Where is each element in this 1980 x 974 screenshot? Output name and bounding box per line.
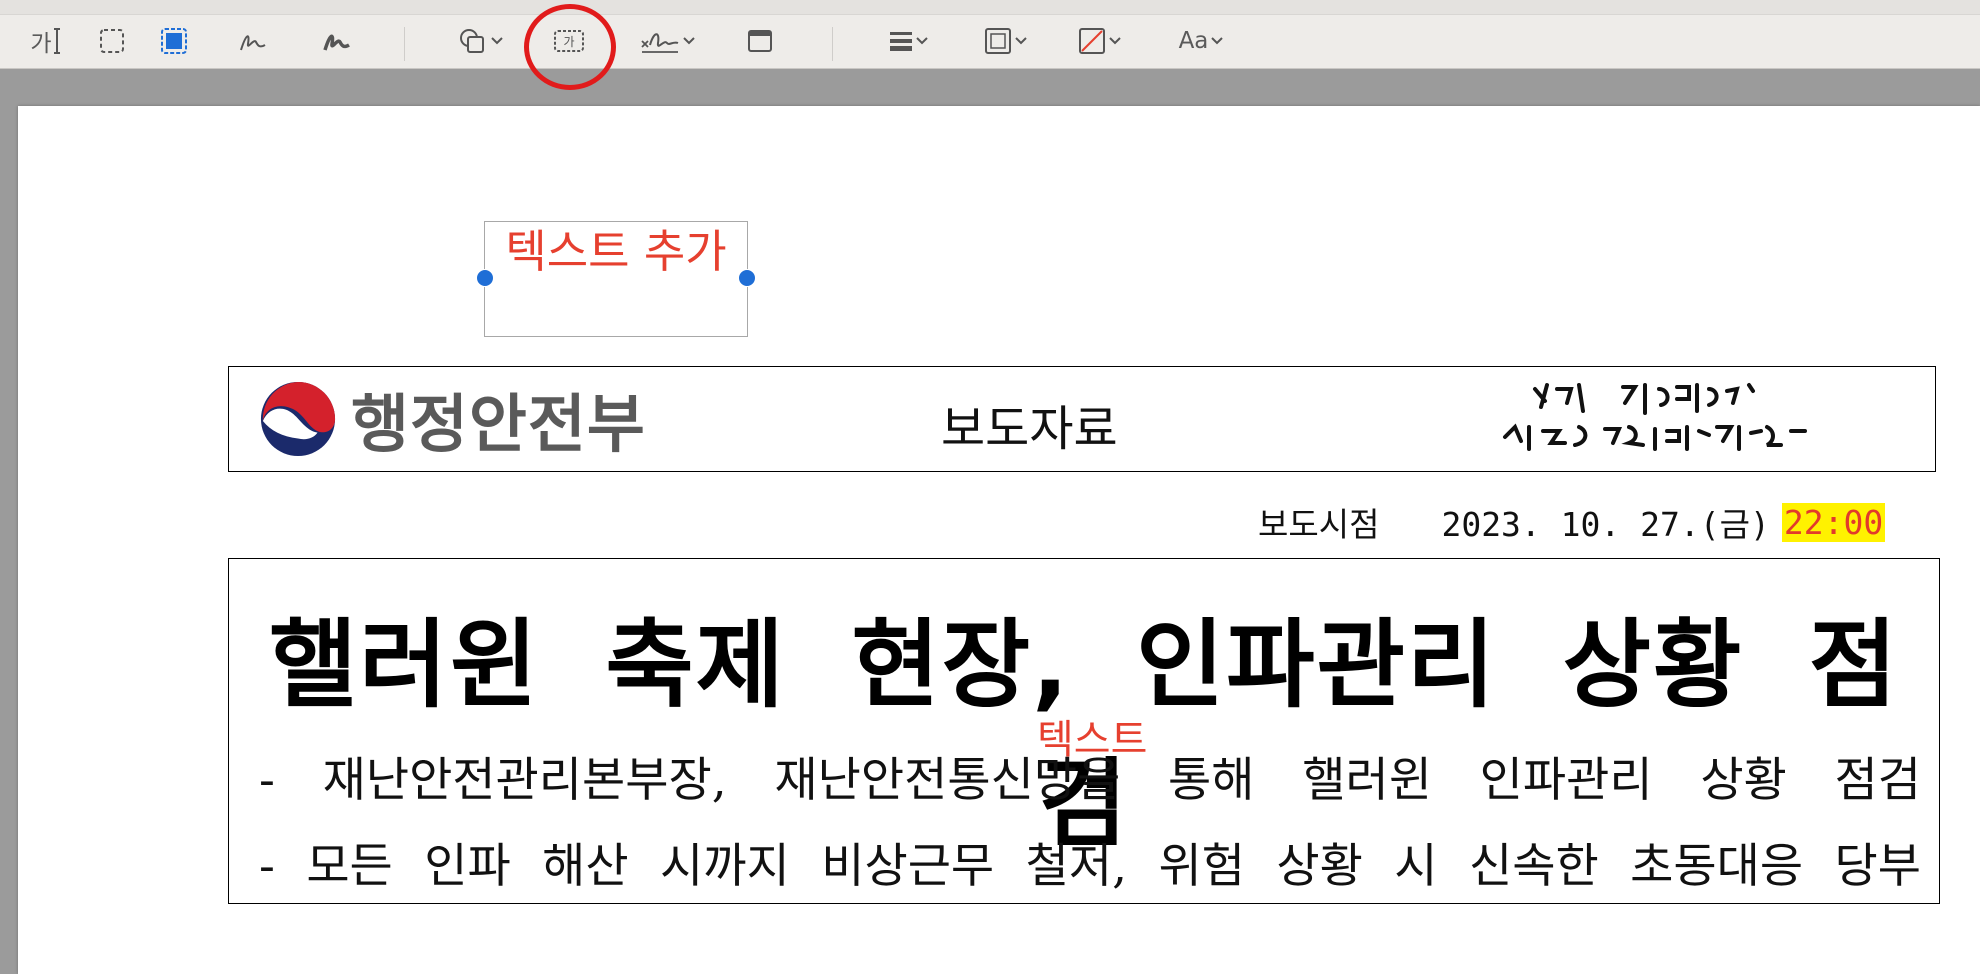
ministry-branding: 행정안전부 [259, 369, 646, 469]
title-box: 핼러윈 축제 현장, 인파관리 상황 점검 - 재난안전관리본부장, 재난안전통… [228, 558, 1940, 904]
rect-select-tool[interactable] [96, 24, 128, 58]
note-tool[interactable] [744, 24, 776, 58]
inline-text-annotation[interactable]: 텍스트 [1037, 707, 1147, 765]
text-style-tool[interactable]: Aa [1172, 24, 1230, 58]
taegeuk-logo-icon [260, 381, 336, 457]
draw-icon [323, 34, 350, 51]
border-color-tool[interactable] [976, 24, 1034, 58]
text-annotation-box[interactable]: 텍스트 추가 [476, 221, 756, 337]
border-color-icon [984, 28, 1011, 54]
line-style-icon [889, 32, 912, 51]
ministry-name: 행정안전부 [351, 387, 646, 461]
handwritten-slogan [1503, 383, 1807, 451]
rect-select-icon [100, 29, 124, 53]
text-select-tool[interactable]: 가 [26, 24, 66, 58]
shapes-icon [459, 29, 484, 53]
text-cursor-icon [53, 28, 60, 54]
sketch-tool[interactable] [236, 24, 270, 58]
markup-toolbar: 가 가 Aa [0, 0, 1980, 90]
line-style-tool[interactable] [880, 24, 936, 58]
release-time-row: 보도시점 2023. 10. 27.(금) 22:00 [1258, 498, 1886, 546]
chevron-down-icon [490, 37, 503, 45]
signature-icon [640, 33, 678, 53]
release-date: 2023. 10. 27.(금) [1441, 505, 1770, 544]
toolbar-separator [404, 27, 405, 61]
press-release-label: 보도자료 [941, 401, 1118, 457]
textbox-icon: 가 [554, 30, 584, 52]
fill-color-icon [1078, 28, 1105, 54]
resize-handle-right[interactable] [738, 269, 756, 287]
text-annotation-content[interactable]: 텍스트 추가 [485, 226, 747, 278]
press-release-header: 행정안전부 보도자료 [228, 366, 1936, 472]
sketch-icon [240, 35, 266, 51]
draw-tool[interactable] [320, 24, 354, 58]
release-time-label: 보도시점 [1258, 505, 1380, 544]
textbox-tool[interactable]: 가 [552, 24, 586, 58]
chevron-down-icon [682, 37, 695, 45]
smart-lasso-tool[interactable] [158, 24, 190, 58]
summary-bullet: - 모든 인파 해산 시까지 비상근무 철저, 위험 상황 시 신속한 초동대응… [259, 839, 1921, 894]
fill-color-tool[interactable] [1070, 24, 1128, 58]
text-style-icon: Aa [1178, 28, 1209, 54]
text-select-icon: 가 [30, 31, 52, 57]
resize-handle-left[interactable] [476, 269, 494, 287]
document-page: 텍스트 추가 행정안전부 보도자료 보도시점 2023. 10. 27.(금) … [18, 106, 1980, 974]
toolbar-separator [832, 27, 833, 61]
smart-lasso-icon [161, 28, 187, 54]
chevron-down-icon [1108, 37, 1121, 45]
signature-tool[interactable] [636, 24, 698, 58]
chevron-down-icon [1014, 37, 1027, 45]
shapes-tool[interactable] [452, 24, 508, 58]
textbox-icon-label: 가 [563, 35, 574, 49]
release-hour: 22:00 [1781, 502, 1886, 542]
chevron-down-icon [1211, 37, 1224, 45]
note-icon [748, 30, 772, 52]
chevron-down-icon [915, 37, 928, 45]
